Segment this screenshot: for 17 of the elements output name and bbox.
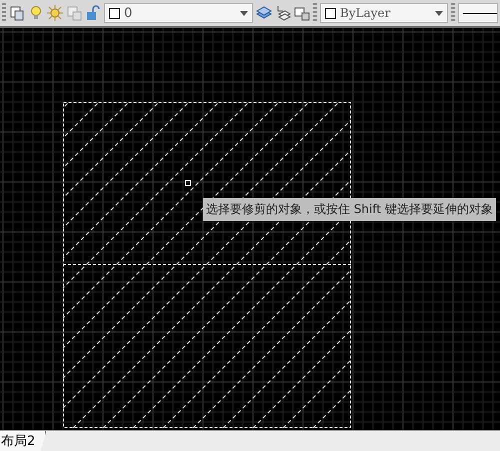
color-dropdown[interactable]: ByLayer <box>320 3 448 23</box>
layer-manager-icon[interactable] <box>9 5 25 21</box>
color-swatch-icon <box>109 8 120 18</box>
layer-dropdown[interactable]: 0 <box>104 3 253 23</box>
line-sample-icon <box>463 12 497 14</box>
pickbox-cursor-icon <box>185 180 191 186</box>
command-tooltip: 选择要修剪的对象，或按住 Shift 键选择要延伸的对象 <box>203 198 496 221</box>
dropdown-arrow-icon <box>240 10 248 16</box>
sun-icon[interactable] <box>47 5 63 21</box>
layers-icon[interactable] <box>256 5 272 21</box>
layer-state-icon[interactable] <box>294 5 310 21</box>
layer-previous-icon[interactable] <box>275 5 291 21</box>
color-swatch-icon <box>325 8 336 18</box>
lock-icon[interactable] <box>85 5 101 21</box>
linetype-dropdown[interactable] <box>458 3 498 23</box>
layout-tab[interactable]: 布局2 <box>0 431 46 451</box>
dropdown-arrow-icon <box>435 10 443 16</box>
